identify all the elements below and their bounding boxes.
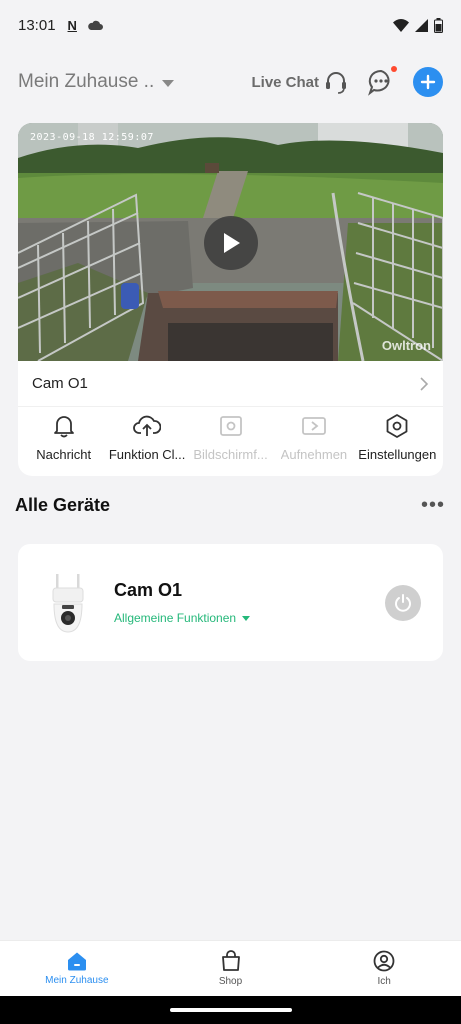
video-timestamp: 2023-09-18 12:59:07	[30, 132, 154, 143]
shopping-bag-icon	[221, 950, 240, 971]
caret-down-icon	[242, 615, 251, 621]
wifi-icon	[393, 18, 409, 32]
app-header: Mein Zuhause .. Live Chat	[0, 60, 461, 104]
device-info: Cam O1 Allgemeine Funktionen	[114, 580, 251, 625]
action-cloud-function[interactable]: Funktion Cl...	[105, 413, 188, 462]
gesture-navigation-bar	[0, 996, 461, 1024]
action-label: Aufnehmen	[280, 447, 348, 462]
device-functions-label: Allgemeine Funktionen	[114, 611, 237, 625]
power-button[interactable]	[385, 584, 421, 621]
nav-home[interactable]: Mein Zuhause	[0, 941, 154, 996]
camera-device-icon	[52, 573, 84, 633]
signal-icon	[415, 18, 428, 32]
action-record[interactable]: Aufnehmen	[272, 413, 355, 462]
live-chat-label: Live Chat	[251, 73, 319, 91]
status-bar: 13:01 N	[0, 0, 461, 50]
plus-icon	[420, 74, 436, 90]
home-gesture-handle[interactable]	[169, 1008, 292, 1012]
cloud-upload-icon	[133, 415, 162, 436]
nav-shop[interactable]: Shop	[154, 941, 308, 996]
action-label: Einstellungen	[358, 447, 437, 462]
settings-hexagon-icon	[386, 414, 408, 438]
profile-icon	[373, 950, 395, 972]
action-label: Funktion Cl...	[108, 447, 186, 462]
nav-profile[interactable]: Ich	[307, 941, 461, 996]
action-label: Bildschirmf...	[193, 447, 268, 462]
device-card[interactable]: Cam O1 Allgemeine Funktionen	[18, 544, 443, 661]
play-icon	[224, 233, 240, 253]
headset-icon	[326, 72, 346, 94]
bottom-navigation: Mein Zuhause Shop Ich	[0, 940, 461, 996]
section-title: Alle Geräte	[15, 494, 111, 515]
more-options-icon[interactable]: •••	[421, 494, 445, 517]
video-record-icon	[302, 417, 326, 435]
add-device-button[interactable]	[413, 67, 443, 97]
camera-name-row[interactable]: Cam O1	[18, 361, 443, 407]
camera-name: Cam O1	[32, 375, 88, 392]
messages-button[interactable]	[367, 66, 397, 96]
home-icon	[67, 952, 86, 971]
nav-label: Ich	[377, 976, 391, 987]
screenshot-icon	[219, 416, 242, 436]
play-button[interactable]	[204, 216, 258, 270]
chat-bubble-icon	[368, 69, 390, 96]
live-chat-button[interactable]: Live Chat	[251, 69, 349, 95]
status-time: 13:01	[18, 16, 56, 34]
power-icon	[395, 593, 411, 612]
nav-label: Mein Zuhause	[45, 975, 109, 986]
camera-card: 2023-09-18 12:59:07 Owltron Cam O1 Nachr…	[18, 123, 443, 476]
caret-down-icon	[162, 79, 175, 87]
camera-preview[interactable]: 2023-09-18 12:59:07 Owltron	[18, 123, 443, 361]
action-message[interactable]: Nachricht	[22, 413, 105, 462]
cloud-icon	[88, 20, 103, 30]
chevron-right-icon	[420, 376, 429, 391]
action-label: Nachricht	[36, 447, 92, 462]
notification-dot	[391, 66, 397, 72]
device-functions-dropdown[interactable]: Allgemeine Funktionen	[114, 611, 251, 625]
action-screenshot[interactable]: Bildschirmf...	[189, 413, 272, 462]
nav-label: Shop	[218, 976, 243, 987]
home-selector[interactable]: Mein Zuhause ..	[18, 71, 175, 93]
battery-icon	[434, 17, 443, 33]
device-name: Cam O1	[114, 580, 183, 600]
home-title: Mein Zuhause ..	[18, 71, 155, 92]
camera-brand-watermark: Owltron	[381, 338, 431, 353]
devices-section-header: Alle Geräte •••	[15, 490, 445, 520]
action-settings[interactable]: Einstellungen	[356, 413, 439, 462]
bell-icon	[53, 416, 74, 438]
n-icon: N	[67, 17, 77, 33]
camera-actions: Nachricht Funktion Cl... Bildschirmf... …	[18, 407, 443, 462]
